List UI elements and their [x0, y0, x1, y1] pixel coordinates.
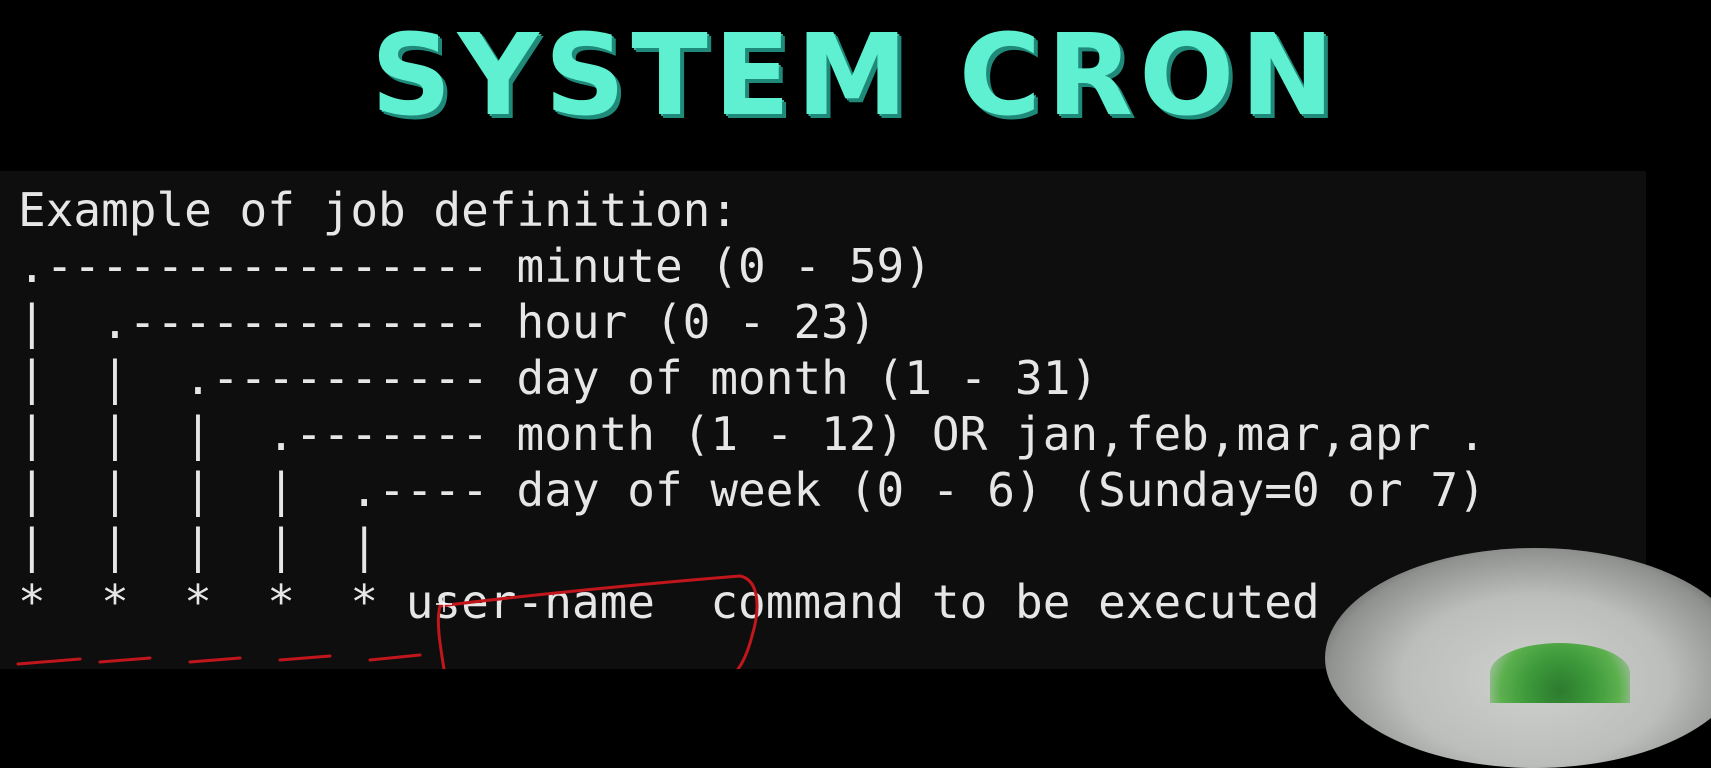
terminal-line: * * * * * user-name command to be execut…: [18, 575, 1320, 629]
terminal-line: Example of job definition:: [18, 183, 739, 237]
terminal-line: | .------------- hour (0 - 23): [18, 295, 877, 349]
page-title: SYSTEM CRON: [370, 11, 1341, 141]
webcam-overlay: [1325, 548, 1711, 768]
terminal-line: | | | .------- month (1 - 12) OR jan,feb…: [18, 407, 1486, 461]
terminal-line: .---------------- minute (0 - 59): [18, 239, 932, 293]
terminal-line: | | .---------- day of month (1 - 31): [18, 351, 1099, 405]
terminal-line: | | | | .---- day of week (0 - 6) (Sunda…: [18, 463, 1486, 517]
plant-image: [1490, 643, 1630, 703]
terminal-line: | | | | |: [18, 519, 379, 573]
